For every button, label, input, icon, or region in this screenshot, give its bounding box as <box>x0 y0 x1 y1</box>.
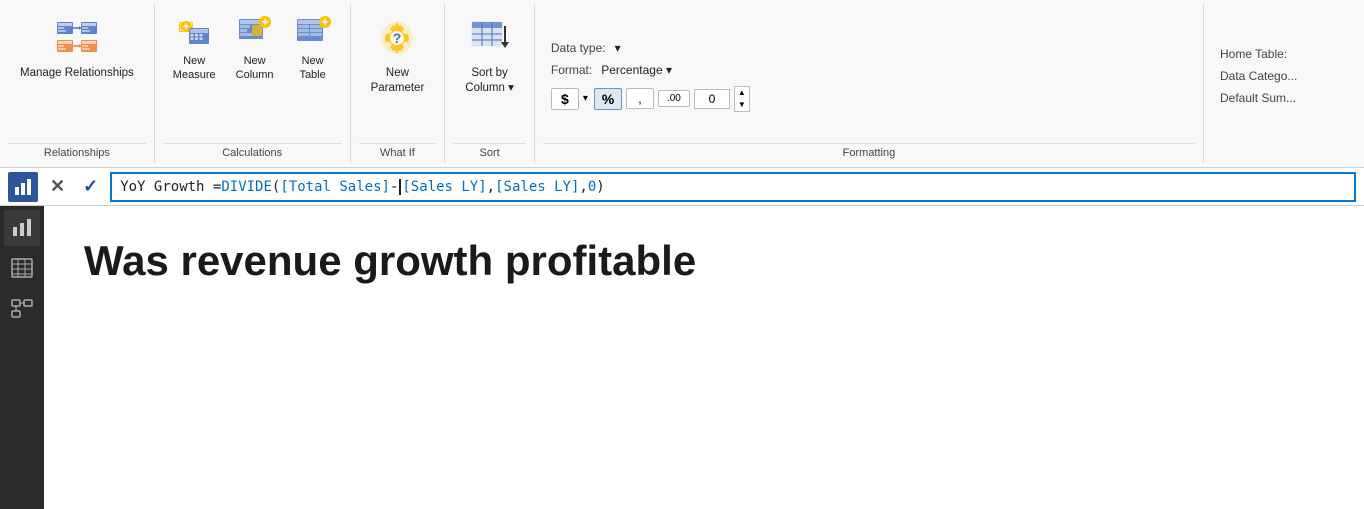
main-content: Was revenue growth profitable <box>44 206 1364 509</box>
formula-comma1: , <box>487 179 495 195</box>
formula-cursor-mark: ​ <box>399 179 401 195</box>
sidebar-item-model-view[interactable] <box>4 290 40 326</box>
formula-paren-close: ) <box>596 179 604 195</box>
home-table-label: Home Table: <box>1220 47 1287 61</box>
ribbon-group-formatting: Data type: ▾ Format: Percentage ▾ $ ▾ % … <box>535 4 1204 163</box>
new-column-icon: ✦ <box>237 14 273 50</box>
data-type-dropdown[interactable]: ▾ <box>612 40 624 56</box>
ribbon-group-items-sort: Sort byColumn ▾ <box>453 4 526 143</box>
ribbon-group-sort: Sort byColumn ▾ Sort <box>445 4 535 163</box>
formatting-group-label: Formatting <box>543 143 1195 163</box>
ribbon-group-calculations: ✦ NewMeasure <box>155 4 351 163</box>
formula-field1: [Total Sales] <box>280 179 390 195</box>
new-measure-label: NewMeasure <box>173 54 216 83</box>
formula-cancel-button[interactable]: ✕ <box>44 174 71 199</box>
svg-text:?: ? <box>393 30 402 46</box>
formula-text: YoY Growth = <box>120 179 221 195</box>
svg-text:✦: ✦ <box>260 18 268 29</box>
ribbon: Manage Relationships Relationships <box>0 0 1364 168</box>
ribbon-group-home-table: Home Table: Data Catego... Default Sum..… <box>1204 4 1364 163</box>
spinner-up[interactable]: ▲ <box>735 87 749 99</box>
new-column-button[interactable]: ✦ NewColumn <box>230 10 280 87</box>
svg-text:✦: ✦ <box>182 22 190 32</box>
ribbon-group-items-what-if: ? NewParameter <box>359 4 437 143</box>
ribbon-group-relationships: Manage Relationships Relationships <box>0 4 155 163</box>
percent-button[interactable]: % <box>594 88 622 110</box>
main-layout: Was revenue growth profitable <box>0 206 1364 509</box>
ribbon-group-items-relationships: Manage Relationships <box>8 4 146 143</box>
new-column-label: NewColumn <box>236 54 274 83</box>
new-parameter-icon: ? <box>373 14 421 62</box>
dropdown-arrow-dollar: ▾ <box>583 93 588 104</box>
calculations-group-label: Calculations <box>163 143 342 163</box>
decimal-button[interactable]: .00 <box>658 90 690 107</box>
new-table-icon: ✦ <box>295 14 331 50</box>
formula-accept-button[interactable]: ✓ <box>77 174 104 199</box>
manage-relationships-label: Manage Relationships <box>20 66 134 81</box>
new-table-label: NewTable <box>299 54 325 83</box>
sort-by-column-button[interactable]: Sort byColumn ▾ <box>457 10 522 100</box>
ribbon-group-items-home-table: Home Table: Data Catego... Default Sum..… <box>1212 4 1356 143</box>
dollar-button[interactable]: $ <box>551 88 579 110</box>
formula-field2: [Sales LY] <box>402 179 486 195</box>
manage-relationships-button[interactable]: Manage Relationships <box>12 10 142 85</box>
manage-relationships-icon <box>53 14 101 62</box>
decimal-spinner[interactable]: ▲ ▼ <box>734 86 750 112</box>
ribbon-group-items-calculations: ✦ NewMeasure <box>163 4 342 143</box>
sort-group-label: Sort <box>453 143 526 163</box>
main-title: Was revenue growth profitable <box>84 236 696 286</box>
relationships-group-label: Relationships <box>8 143 146 163</box>
data-category-label: Data Catego... <box>1220 69 1297 83</box>
what-if-group-label: What If <box>359 143 437 163</box>
ribbon-group-items-formatting: Data type: ▾ Format: Percentage ▾ $ ▾ % … <box>543 4 1195 143</box>
formula-comma2: , <box>579 179 587 195</box>
comma-button[interactable]: , <box>626 88 654 109</box>
sort-by-column-label: Sort byColumn ▾ <box>465 66 514 96</box>
new-table-button[interactable]: ✦ NewTable <box>288 10 338 87</box>
svg-text:✦: ✦ <box>320 18 328 29</box>
sidebar <box>0 206 44 509</box>
format-buttons-row: $ ▾ % , .00 ▲ ▼ <box>551 84 750 114</box>
ribbon-group-what-if: ? NewParameter What If <box>351 4 446 163</box>
new-parameter-label: NewParameter <box>371 66 425 96</box>
format-row: Format: Percentage ▾ <box>551 60 675 80</box>
new-parameter-button[interactable]: ? NewParameter <box>363 10 433 100</box>
data-category-row: Data Catego... <box>1220 67 1297 85</box>
decimal-places-input[interactable] <box>694 89 730 109</box>
formula-paren-open: ( <box>272 179 280 195</box>
home-table-row: Home Table: <box>1220 45 1287 63</box>
format-label: Format: <box>551 63 592 77</box>
new-measure-icon: ✦ <box>176 14 212 50</box>
sort-by-column-icon <box>466 14 514 62</box>
formula-input[interactable]: YoY Growth = DIVIDE( [Total Sales] -​[Sa… <box>110 172 1356 202</box>
spinner-down[interactable]: ▼ <box>735 99 749 111</box>
new-measure-button[interactable]: ✦ NewMeasure <box>167 10 222 87</box>
default-sum-label: Default Sum... <box>1220 91 1296 105</box>
formula-func: DIVIDE <box>221 179 272 195</box>
format-value-dropdown[interactable]: Percentage ▾ <box>598 62 675 78</box>
data-type-label: Data type: <box>551 41 606 55</box>
sidebar-item-report-view[interactable] <box>4 210 40 246</box>
data-type-row: Data type: ▾ <box>551 38 624 58</box>
formula-field3: [Sales LY] <box>495 179 579 195</box>
default-sum-row: Default Sum... <box>1220 89 1296 107</box>
formula-bar: ✕ ✓ YoY Growth = DIVIDE( [Total Sales] -… <box>0 168 1364 206</box>
formula-op: - <box>390 179 398 195</box>
sidebar-item-table-view[interactable] <box>4 250 40 286</box>
formula-zero: 0 <box>588 179 596 195</box>
formula-bar-report-icon <box>8 172 38 202</box>
